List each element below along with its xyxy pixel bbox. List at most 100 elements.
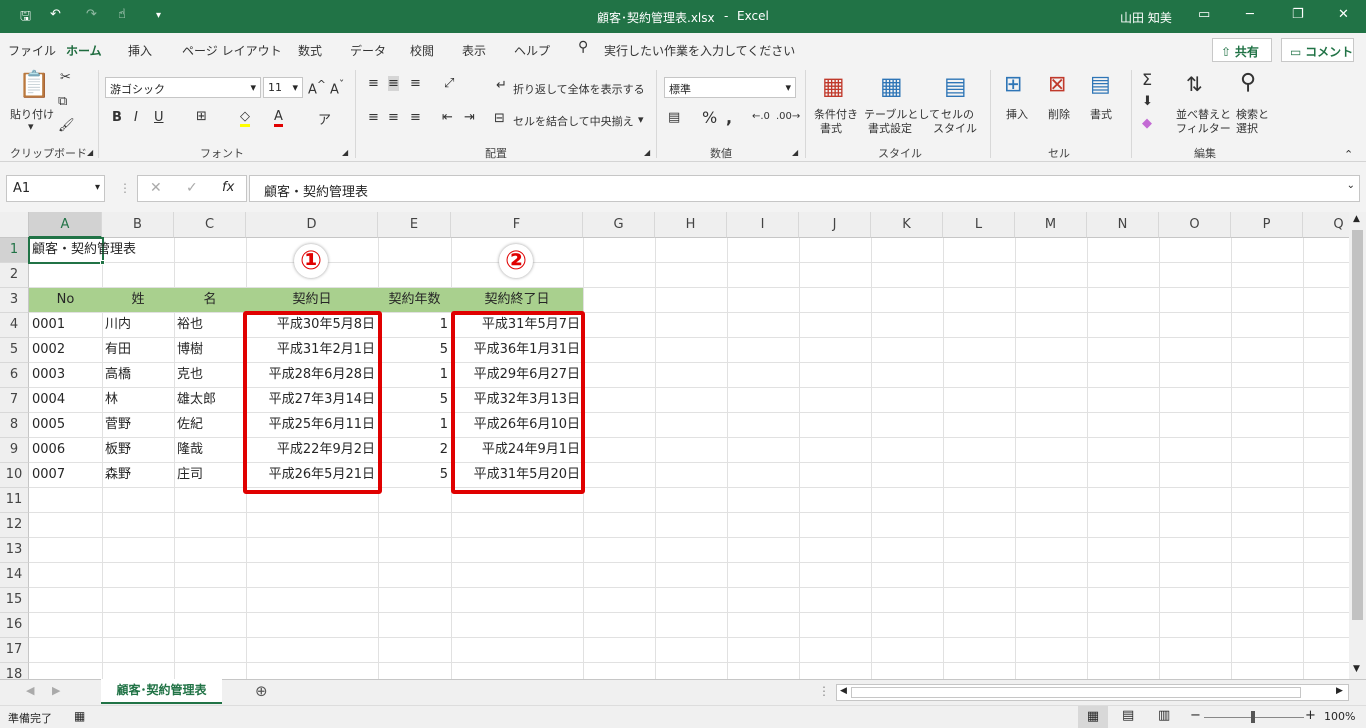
table-cell[interactable]: 5 [378,463,451,487]
select-all-corner[interactable] [0,212,29,238]
decrease-decimal-icon[interactable]: .00→ [776,111,800,122]
format-painter-icon[interactable]: 🖌 [58,118,75,133]
scroll-down-icon[interactable]: ▼ [1353,664,1360,674]
zoom-in-icon[interactable]: + [1305,708,1316,723]
table-cell[interactable]: 0007 [29,463,102,487]
table-cell[interactable]: 1 [378,363,451,387]
comma-icon[interactable]: , [726,108,732,127]
column-header[interactable]: I [727,212,799,238]
scroll-right-icon[interactable]: ▶ [1336,686,1343,696]
paste-icon[interactable]: 📋 [18,70,50,100]
name-box[interactable]: A1 ▾ [6,175,105,202]
header-cell[interactable]: 契約終了日 [451,288,583,312]
align-bottom-icon[interactable]: ≡ [410,76,421,91]
column-header[interactable]: P [1231,212,1303,238]
table-cell[interactable]: 0001 [29,313,102,337]
normal-view-icon[interactable]: ▦ [1078,706,1108,728]
column-header[interactable]: A [29,212,102,238]
autosum-icon[interactable]: Σ [1142,70,1152,89]
clipboard-launcher-icon[interactable]: ◢ [87,148,93,157]
align-center-icon[interactable]: ≡ [388,110,399,125]
comment-button[interactable]: ▭ コメント [1281,38,1354,62]
row-header[interactable]: 7 [0,388,29,413]
insert-function-icon[interactable]: fx [222,180,234,195]
table-cell[interactable]: 隆哉 [174,438,246,462]
row-header[interactable]: 5 [0,338,29,363]
header-cell[interactable]: No [29,288,102,312]
undo-icon[interactable]: ↶ [50,7,61,22]
add-sheet-icon[interactable]: ⊕ [255,682,268,700]
border-icon[interactable]: ⊞ [196,109,207,124]
row-header[interactable]: 4 [0,313,29,338]
sort-filter-label2[interactable]: フィルター [1176,120,1231,136]
zoom-out-icon[interactable]: − [1190,708,1201,723]
clear-icon[interactable]: ◆ [1142,116,1152,131]
row-header[interactable]: 3 [0,288,29,313]
find-select-icon[interactable]: ⚲ [1240,70,1256,95]
font-shrink-icon[interactable]: Aˇ [330,78,344,97]
row-header[interactable]: 2 [0,263,29,288]
insert-cells-button[interactable]: 挿入 [1006,106,1028,122]
underline-icon[interactable]: U [154,110,164,125]
row-header[interactable]: 11 [0,488,29,513]
vertical-scrollbar[interactable]: ▲ ▼ [1349,212,1366,679]
cell-styles-label2[interactable]: スタイル [933,120,977,136]
column-header[interactable]: H [655,212,727,238]
percent-icon[interactable]: % [702,108,717,127]
header-cell[interactable]: 姓 [102,288,174,312]
table-cell[interactable]: 板野 [102,438,174,462]
table-cell[interactable]: 0006 [29,438,102,462]
share-button[interactable]: ⇧ 共有 [1212,38,1272,62]
zoom-slider-thumb[interactable] [1251,711,1255,723]
macro-record-icon[interactable]: ▦ [74,709,85,723]
column-header[interactable]: E [378,212,451,238]
bold-icon[interactable]: B [112,110,122,125]
table-cell[interactable]: 博樹 [174,338,246,362]
header-cell[interactable]: 契約年数 [378,288,451,312]
chevron-down-icon[interactable]: ▾ [638,113,644,126]
tab-home[interactable]: ホーム [66,42,102,59]
column-header[interactable]: B [102,212,174,238]
touch-mode-icon[interactable]: ☝ [118,7,126,22]
tab-formulas[interactable]: 数式 [298,42,322,59]
table-cell[interactable]: 1 [378,413,451,437]
conditional-format-icon[interactable]: ▦ [822,72,845,100]
row-header[interactable]: 17 [0,638,29,663]
font-name-box[interactable]: 游ゴシック ▾ [105,77,261,98]
scroll-left-icon[interactable]: ◀ [840,686,847,696]
table-cell[interactable]: 2 [378,438,451,462]
table-cell[interactable]: 佐紀 [174,413,246,437]
tell-me-input[interactable]: 実行したい作業を入力してください [604,42,795,59]
copy-icon[interactable]: ⧉ [58,94,67,109]
customize-qat-icon[interactable]: ▾ [156,10,161,21]
tab-review[interactable]: 校閲 [410,42,434,59]
table-cell[interactable]: 0005 [29,413,102,437]
alignment-launcher-icon[interactable]: ◢ [644,148,650,157]
table-cell[interactable]: 林 [102,388,174,412]
column-header[interactable]: D [246,212,378,238]
column-header[interactable]: M [1015,212,1087,238]
row-header[interactable]: 12 [0,513,29,538]
align-middle-icon[interactable]: ≡ [388,76,399,91]
column-header[interactable]: O [1159,212,1231,238]
orientation-icon[interactable]: ⤢ [444,76,454,91]
horizontal-scrollbar[interactable]: ◀ ▶ [836,684,1349,701]
close-icon[interactable]: ✕ [1338,7,1349,22]
row-header[interactable]: 15 [0,588,29,613]
row-header[interactable]: 9 [0,438,29,463]
row-header[interactable]: 14 [0,563,29,588]
scroll-thumb[interactable] [1352,230,1363,620]
table-cell[interactable]: 1 [378,313,451,337]
tab-data[interactable]: データ [350,42,386,59]
ribbon-display-options-icon[interactable]: ▭ [1198,7,1210,22]
increase-indent-icon[interactable]: ⇥ [464,110,475,125]
conditional-format-label2[interactable]: 書式 [820,120,842,136]
fill-icon[interactable]: ⬇ [1142,94,1153,109]
row-header[interactable]: 18 [0,663,29,679]
font-grow-icon[interactable]: A^ [308,78,326,97]
column-header[interactable]: K [871,212,943,238]
cell-styles-icon[interactable]: ▤ [944,72,967,100]
merge-center-button[interactable]: セルを結合して中央揃え [513,113,634,129]
formula-input[interactable]: 顧客・契約管理表 ⌄ [249,175,1360,202]
row-header[interactable]: 1 [0,238,29,263]
